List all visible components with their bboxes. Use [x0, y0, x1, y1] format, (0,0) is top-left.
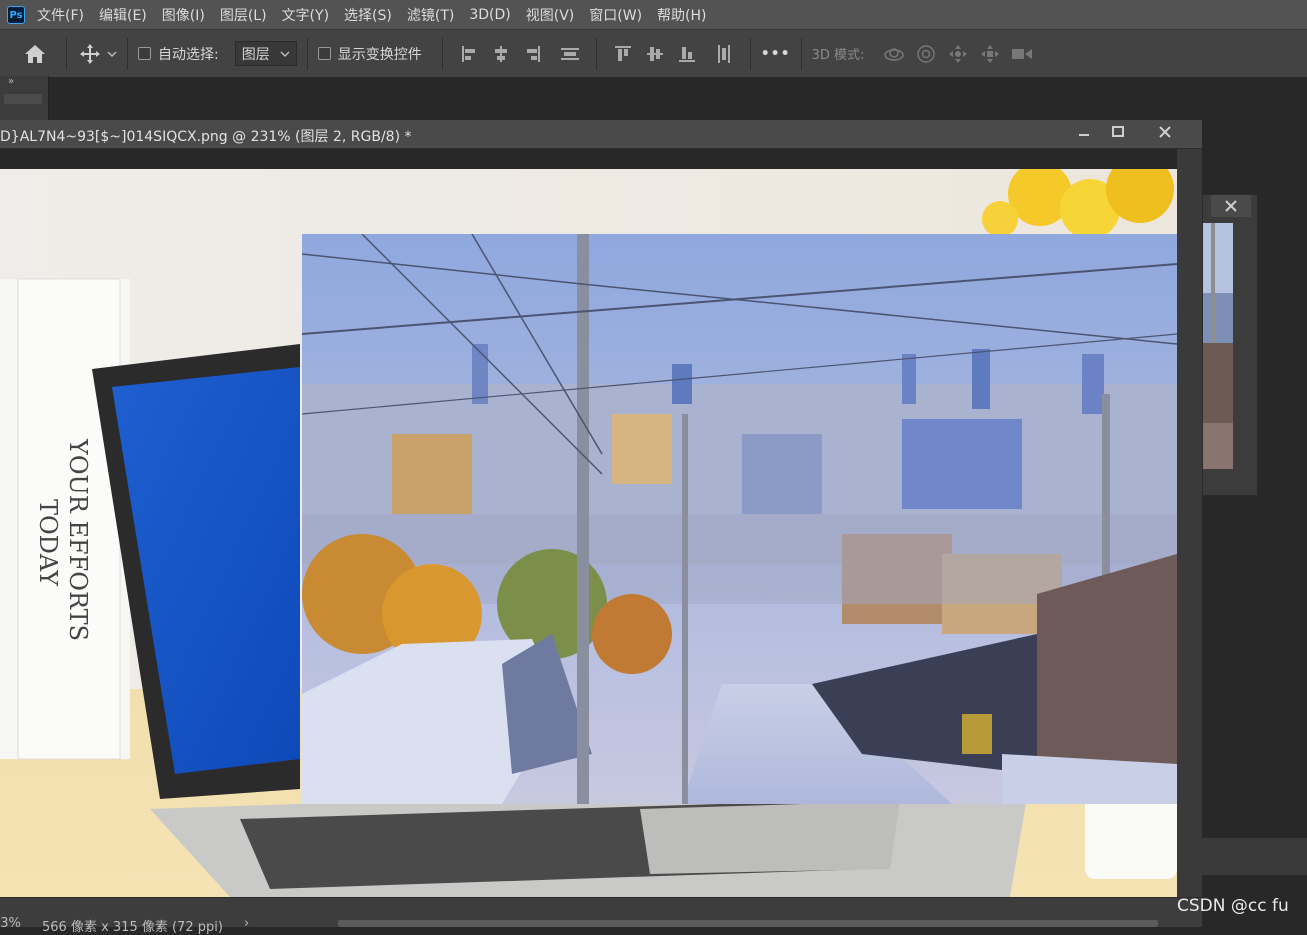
- menu-help[interactable]: 帮助(H): [657, 5, 706, 25]
- book-spine-text-1: YOUR EFFORTS: [64, 438, 92, 641]
- vertical-scrollbar[interactable]: [1177, 149, 1202, 897]
- show-transform-checkbox[interactable]: [317, 47, 331, 60]
- 3d-orbit-icon[interactable]: [881, 42, 907, 66]
- collapse-panel-button[interactable]: »: [8, 76, 14, 87]
- watermark-text: CSDN @cc fu: [1177, 896, 1289, 916]
- auto-select-label: 自动选择:: [158, 46, 219, 63]
- menu-filter[interactable]: 滤镜(T): [407, 5, 454, 25]
- close-icon[interactable]: [1211, 195, 1251, 217]
- menu-view[interactable]: 视图(V): [526, 5, 575, 25]
- separator: [749, 37, 751, 70]
- show-transform-label: 显示变换控件: [337, 46, 422, 63]
- align-right-edges-icon[interactable]: [522, 43, 544, 65]
- panel-area: [1202, 838, 1307, 875]
- options-bar: 自动选择: 图层 显示变换控件 ••• 3D 模式:: [0, 29, 1307, 77]
- distribute-horizontal-icon[interactable]: [559, 43, 581, 65]
- 3d-video-camera-icon[interactable]: [1009, 42, 1035, 66]
- menu-edit[interactable]: 编辑(E): [99, 5, 147, 25]
- align-vertical-centers-icon[interactable]: [644, 43, 666, 65]
- separator: [306, 37, 308, 70]
- document-title-bar[interactable]: D}AL7N4~93[$~]014SIQCX.png @ 231% (图层 2,…: [0, 120, 1202, 149]
- chevron-down-icon: [280, 51, 290, 57]
- separator: [127, 37, 128, 70]
- menu-window[interactable]: 窗口(W): [589, 5, 642, 25]
- book-spine-text-2: TODAY: [34, 499, 62, 587]
- 3d-pan-icon[interactable]: [945, 42, 971, 66]
- menu-bar: Ps 文件(F) 编辑(E) 图像(I) 图层(L) 文字(Y) 选择(S) 滤…: [0, 0, 1307, 29]
- menu-file[interactable]: 文件(F): [37, 5, 84, 25]
- 3d-slide-icon[interactable]: [977, 42, 1003, 66]
- menu-select[interactable]: 选择(S): [344, 5, 392, 25]
- city-street-layer-image: [302, 234, 1177, 804]
- 3d-roll-icon[interactable]: [913, 42, 939, 66]
- more-options-button[interactable]: •••: [761, 46, 791, 62]
- canvas-area[interactable]: YOUR EFFORTS TODAY: [0, 149, 1177, 897]
- home-icon[interactable]: [22, 41, 48, 67]
- secondary-document-preview: [1203, 223, 1233, 469]
- move-tool-icon[interactable]: [77, 41, 103, 67]
- status-bar: 53% 566 像素 x 315 像素 (72 ppi) ›: [0, 897, 1202, 935]
- menu-image[interactable]: 图像(I): [162, 5, 205, 25]
- document-tab-title[interactable]: D}AL7N4~93[$~]014SIQCX.png @ 231% (图层 2,…: [0, 126, 412, 146]
- zoom-level[interactable]: 53%: [0, 916, 21, 931]
- separator: [441, 37, 443, 70]
- align-horizontal-centers-icon[interactable]: [490, 43, 512, 65]
- align-left-edges-icon[interactable]: [458, 43, 480, 65]
- tools-panel: »: [0, 76, 49, 120]
- align-bottom-edges-icon[interactable]: [676, 43, 698, 65]
- minimize-icon[interactable]: [1068, 121, 1100, 143]
- 3d-mode-label: 3D 模式:: [811, 48, 865, 63]
- photoshop-logo[interactable]: Ps: [7, 5, 25, 24]
- auto-select-checkbox[interactable]: [138, 47, 151, 60]
- menu-3d[interactable]: 3D(D): [469, 7, 510, 23]
- auto-select-dropdown[interactable]: 图层: [234, 41, 297, 66]
- separator: [66, 37, 67, 70]
- distribute-vertical-icon[interactable]: [713, 43, 735, 65]
- panel-grip[interactable]: [4, 94, 42, 104]
- chevron-down-icon[interactable]: [107, 50, 117, 58]
- separator: [800, 37, 802, 70]
- separator: [595, 37, 597, 70]
- close-icon[interactable]: [1149, 121, 1181, 143]
- menu-layer[interactable]: 图层(L): [220, 5, 267, 25]
- status-menu-arrow[interactable]: ›: [244, 916, 249, 931]
- menu-type[interactable]: 文字(Y): [282, 5, 329, 25]
- maximize-icon[interactable]: [1102, 121, 1134, 143]
- document-window: D}AL7N4~93[$~]014SIQCX.png @ 231% (图层 2,…: [0, 120, 1202, 935]
- auto-select-value: 图层: [241, 46, 270, 63]
- align-top-edges-icon[interactable]: [612, 43, 634, 65]
- secondary-document-window: [1202, 194, 1258, 496]
